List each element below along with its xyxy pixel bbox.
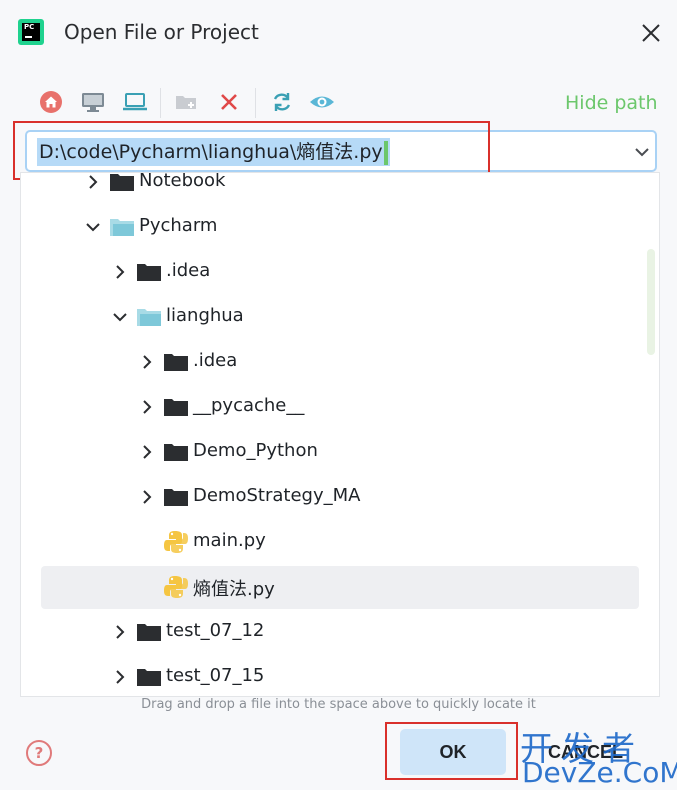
- module-folder-icon: [110, 219, 134, 236]
- tree-item-label: 熵值法.py: [193, 579, 275, 600]
- project-root-button[interactable]: [121, 89, 149, 115]
- tree-item[interactable]: .idea: [21, 340, 659, 385]
- chevron-right-icon: [116, 265, 125, 279]
- folder-icon: [164, 354, 188, 371]
- chevron-right-icon: [143, 355, 152, 369]
- chevron-right-icon: [143, 445, 152, 459]
- toolbar-separator: [255, 88, 256, 118]
- chevron-right-icon: [143, 490, 152, 504]
- dialog-title: Open File or Project: [64, 20, 259, 44]
- tree-item-label: DemoStrategy_MA: [193, 485, 361, 506]
- hide-path-link[interactable]: Hide path: [565, 92, 658, 114]
- folder-icon: [137, 624, 161, 641]
- module-folder-icon: [137, 309, 161, 326]
- tree-scrollbar[interactable]: [647, 249, 655, 355]
- tree-item[interactable]: lianghua: [21, 295, 659, 340]
- tree-item[interactable]: __pycache__: [21, 385, 659, 430]
- chevron-right-icon: [116, 670, 125, 684]
- tree-item-label: lianghua: [166, 305, 244, 326]
- new-folder-icon: [176, 96, 196, 109]
- app-icon-text: PC: [24, 23, 35, 31]
- tree-item[interactable]: DemoStrategy_MA: [21, 475, 659, 520]
- desktop-button[interactable]: [79, 89, 107, 115]
- new-folder-button[interactable]: [173, 89, 201, 115]
- tree-item[interactable]: test_07_12: [21, 610, 659, 655]
- chevron-right-icon: [116, 625, 125, 639]
- refresh-icon: [273, 93, 291, 111]
- close-icon: [642, 24, 660, 42]
- chevron-right-icon: [89, 175, 98, 189]
- tree-item-label: Pycharm: [139, 215, 218, 236]
- tree-item-label: Notebook: [139, 172, 226, 191]
- tree-item-label: test_07_12: [166, 620, 265, 641]
- folder-icon: [110, 174, 134, 191]
- folder-icon: [164, 399, 188, 416]
- show-hidden-button[interactable]: [308, 89, 336, 115]
- tree-item-label: test_07_15: [166, 665, 265, 686]
- python-file-icon: [164, 531, 188, 553]
- watermark-line2: DevZe.CoM: [522, 756, 677, 789]
- folder-icon: [137, 264, 161, 281]
- tree-item-label: __pycache__: [193, 395, 305, 416]
- laptop-icon: [123, 93, 147, 111]
- tree-item-label: .idea: [166, 260, 211, 281]
- help-button[interactable]: ?: [26, 740, 52, 766]
- chevron-right-icon: [143, 400, 152, 414]
- chevron-down-icon: [113, 313, 127, 322]
- tree-item[interactable]: main.py: [21, 520, 659, 565]
- path-history-dropdown[interactable]: [631, 140, 653, 164]
- selection-highlight: [41, 566, 639, 609]
- tree-item[interactable]: Pycharm: [21, 205, 659, 250]
- tree-item-label: .idea: [193, 350, 238, 371]
- title-bar: PC Open File or Project: [0, 0, 677, 64]
- folder-icon: [164, 489, 188, 506]
- folder-icon: [164, 444, 188, 461]
- drag-drop-hint: Drag and drop a file into the space abov…: [141, 697, 536, 712]
- tree-item[interactable]: .idea: [21, 250, 659, 295]
- delete-button[interactable]: [215, 89, 243, 115]
- chevron-down-icon: [635, 148, 649, 157]
- tree-item-label: Demo_Python: [193, 440, 318, 461]
- toolbar-separator: [160, 88, 161, 118]
- watermark: 开发者 DevZe.CoM: [520, 722, 677, 790]
- open-file-dialog: PC Open File or Project Hide path D:\cod…: [0, 0, 677, 790]
- pycharm-icon: PC: [18, 19, 44, 45]
- tree-item[interactable]: test_07_15: [21, 655, 659, 696]
- home-button[interactable]: [37, 89, 65, 115]
- toolbar: Hide path: [0, 80, 677, 124]
- delete-icon: [221, 94, 237, 110]
- chevron-down-icon: [86, 223, 100, 232]
- folder-icon: [137, 669, 161, 686]
- home-icon: [40, 91, 62, 113]
- desktop-icon: [82, 93, 104, 112]
- tree-item[interactable]: Demo_Python: [21, 430, 659, 475]
- file-tree[interactable]: Notebook Pycharm .idea lianghua .idea __…: [20, 172, 660, 697]
- tree-item[interactable]: Notebook: [21, 172, 659, 205]
- refresh-button[interactable]: [268, 89, 296, 115]
- show-hidden-icon: [310, 96, 334, 108]
- tree-item-label: main.py: [193, 530, 266, 551]
- python-file-icon: [164, 576, 188, 598]
- tree-item-selected[interactable]: 熵值法.py: [21, 565, 659, 610]
- highlight-annotation: [385, 722, 518, 780]
- close-button[interactable]: [636, 18, 666, 48]
